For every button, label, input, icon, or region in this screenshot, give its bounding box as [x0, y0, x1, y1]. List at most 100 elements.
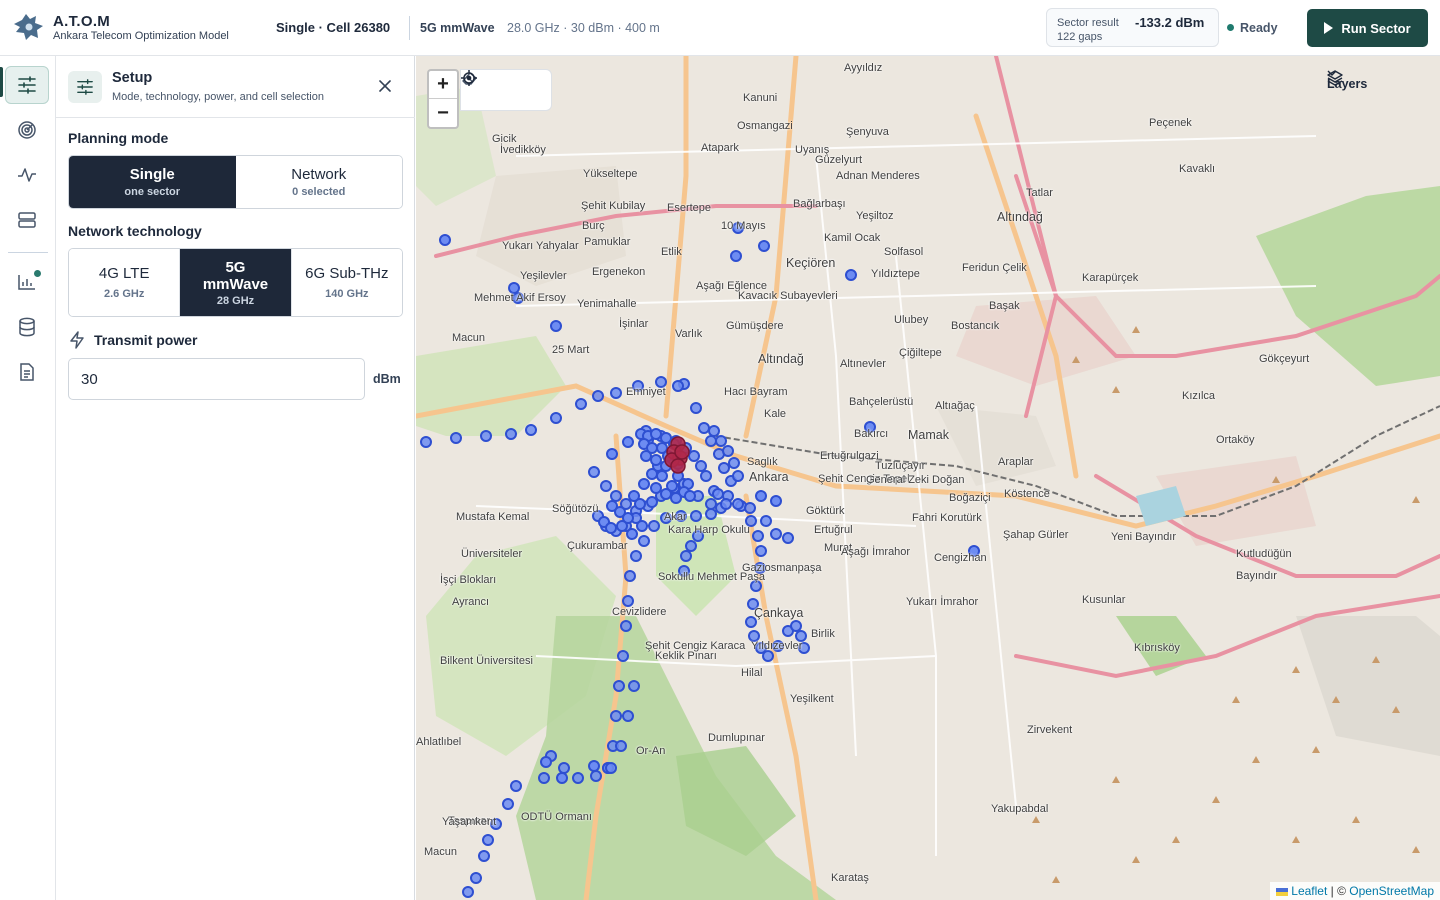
coverage-point[interactable]: [715, 435, 727, 447]
coverage-point[interactable]: [575, 398, 587, 410]
coverage-point[interactable]: [638, 535, 650, 547]
mode-network-button[interactable]: Network 0 selected: [235, 156, 402, 208]
coverage-point[interactable]: [505, 428, 517, 440]
coverage-point[interactable]: [638, 478, 650, 490]
coverage-point[interactable]: [615, 740, 627, 752]
run-sector-button[interactable]: Run Sector: [1307, 9, 1428, 47]
coverage-point[interactable]: [622, 595, 634, 607]
openstreetmap-link[interactable]: OpenStreetMap: [1349, 884, 1434, 898]
coverage-point[interactable]: [616, 520, 628, 532]
coverage-point[interactable]: [688, 450, 700, 462]
coverage-point[interactable]: [684, 490, 696, 502]
coverage-point[interactable]: [605, 762, 617, 774]
coverage-point[interactable]: [752, 530, 764, 542]
coverage-point[interactable]: [705, 508, 717, 520]
coverage-point[interactable]: [588, 466, 600, 478]
coverage-point[interactable]: [845, 269, 857, 281]
coverage-point[interactable]: [660, 488, 672, 500]
coverage-point[interactable]: [770, 528, 782, 540]
coverage-point[interactable]: [640, 450, 652, 462]
coverage-point[interactable]: [556, 772, 568, 784]
rail-report-button[interactable]: [5, 353, 49, 391]
coverage-point[interactable]: [525, 424, 537, 436]
coverage-point[interactable]: [622, 710, 634, 722]
coverage-point[interactable]: [762, 650, 774, 662]
coverage-point[interactable]: [538, 772, 550, 784]
tech-6g-button[interactable]: 6G Sub-THz 140 GHz: [291, 249, 402, 316]
coverage-point[interactable]: [626, 528, 638, 540]
coverage-point[interactable]: [634, 498, 646, 510]
rail-servers-button[interactable]: [5, 201, 49, 239]
coverage-point[interactable]: [624, 570, 636, 582]
zoom-out-button[interactable]: −: [429, 99, 457, 127]
coverage-point[interactable]: [462, 886, 474, 898]
coverage-point[interactable]: [558, 762, 570, 774]
coverage-point[interactable]: [698, 422, 710, 434]
tech-5g-button[interactable]: 5G mmWave 28 GHz: [180, 249, 292, 316]
coverage-point[interactable]: [610, 387, 622, 399]
coverage-point[interactable]: [732, 470, 744, 482]
coverage-point[interactable]: [610, 490, 622, 502]
sector-site-marker[interactable]: [674, 444, 690, 460]
transmit-power-input[interactable]: [68, 358, 365, 400]
tech-4g-button[interactable]: 4G LTE 2.6 GHz: [69, 249, 181, 316]
coverage-point[interactable]: [646, 468, 658, 480]
coverage-point[interactable]: [605, 522, 617, 534]
coverage-point[interactable]: [588, 760, 600, 772]
coverage-point[interactable]: [760, 515, 772, 527]
coverage-point[interactable]: [650, 428, 662, 440]
coverage-point[interactable]: [685, 540, 697, 552]
coverage-point[interactable]: [650, 482, 662, 494]
coverage-point[interactable]: [732, 498, 744, 510]
coverage-point[interactable]: [730, 250, 742, 262]
coverage-point[interactable]: [650, 454, 662, 466]
coverage-point[interactable]: [744, 502, 756, 514]
sector-site-marker[interactable]: [670, 458, 686, 474]
rail-coverage-button[interactable]: [5, 111, 49, 149]
layers-button[interactable]: Layers: [1327, 70, 1419, 98]
coverage-point[interactable]: [630, 550, 642, 562]
coverage-point[interactable]: [790, 620, 802, 632]
coverage-point[interactable]: [420, 436, 432, 448]
mode-single-button[interactable]: Single one sector: [69, 156, 236, 208]
coverage-point[interactable]: [656, 470, 668, 482]
rail-setup-button[interactable]: [5, 66, 49, 104]
map-view[interactable]: Ayyıldız Kanuni Osmangazi Şenyuva Atapark Uya…: [416, 56, 1440, 900]
coverage-point[interactable]: [628, 680, 640, 692]
coverage-point[interactable]: [450, 432, 462, 444]
coverage-point[interactable]: [705, 498, 717, 510]
coverage-point[interactable]: [646, 496, 658, 508]
coverage-point[interactable]: [648, 520, 660, 532]
coverage-point[interactable]: [550, 412, 562, 424]
coverage-point[interactable]: [722, 445, 734, 457]
coverage-point[interactable]: [636, 520, 648, 532]
coverage-point[interactable]: [670, 492, 682, 504]
coverage-point[interactable]: [439, 234, 451, 246]
rail-analytics-button[interactable]: [5, 263, 49, 301]
coverage-point[interactable]: [708, 425, 720, 437]
close-panel-button[interactable]: [375, 76, 395, 96]
coverage-point[interactable]: [718, 462, 730, 474]
coverage-point[interactable]: [758, 240, 770, 252]
coverage-point[interactable]: [782, 532, 794, 544]
coverage-point[interactable]: [712, 488, 724, 500]
coverage-point[interactable]: [550, 320, 562, 332]
coverage-point[interactable]: [755, 545, 767, 557]
coverage-point[interactable]: [502, 798, 514, 810]
coverage-point[interactable]: [480, 430, 492, 442]
coverage-point[interactable]: [540, 756, 552, 768]
coverage-point[interactable]: [728, 457, 740, 469]
coverage-point[interactable]: [622, 436, 634, 448]
coverage-point[interactable]: [478, 850, 490, 862]
coverage-point[interactable]: [695, 460, 707, 472]
coverage-point[interactable]: [482, 834, 494, 846]
coverage-point[interactable]: [770, 495, 782, 507]
coverage-point[interactable]: [592, 390, 604, 402]
coverage-point[interactable]: [613, 680, 625, 692]
coverage-point[interactable]: [755, 490, 767, 502]
coverage-point[interactable]: [690, 402, 702, 414]
coverage-point[interactable]: [617, 650, 629, 662]
coverage-point[interactable]: [610, 710, 622, 722]
coverage-point[interactable]: [680, 550, 692, 562]
coverage-point[interactable]: [470, 872, 482, 884]
